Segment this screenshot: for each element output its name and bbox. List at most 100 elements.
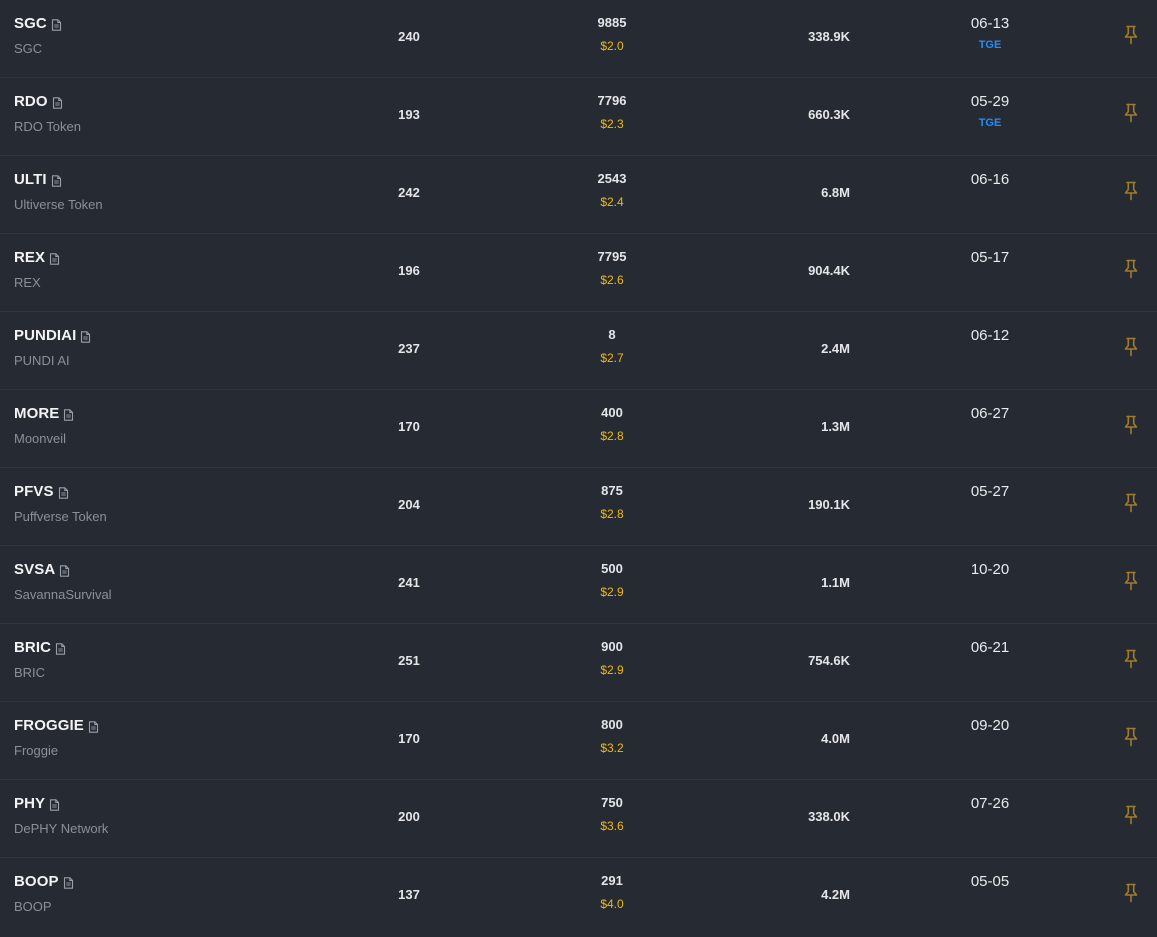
document-icon[interactable] — [80, 330, 91, 343]
token-symbol[interactable]: PFVS — [14, 483, 54, 500]
token-full-name: SGC — [14, 41, 43, 56]
price-value: $3.2 — [600, 741, 624, 755]
supply-value: 7796 — [597, 93, 627, 108]
document-icon[interactable] — [51, 174, 62, 187]
supply-cell: 7796 $2.3 — [562, 93, 662, 131]
token-name-cell: PFVS Puffverse Token — [14, 482, 107, 525]
document-icon[interactable] — [49, 798, 60, 811]
document-icon[interactable] — [51, 18, 62, 31]
holders-value: 170 — [398, 419, 420, 434]
document-icon[interactable] — [58, 486, 69, 499]
table-row[interactable]: ULTI Ultiverse Token 242 2543 $2.4 6.8M … — [0, 156, 1157, 234]
supply-value: 2543 — [597, 171, 627, 186]
table-row[interactable]: SVSA SavannaSurvival 241 500 $2.9 1.1M 1… — [0, 546, 1157, 624]
pin-icon[interactable] — [1122, 727, 1140, 747]
holders-value: 241 — [398, 575, 420, 590]
holders-value: 240 — [398, 29, 420, 44]
token-symbol[interactable]: PHY — [14, 795, 45, 812]
date-value: 05-17 — [970, 249, 1010, 266]
date-cell: 06-12 — [950, 327, 1030, 351]
price-value: $2.9 — [600, 663, 624, 677]
token-name-cell: FROGGIE Froggie — [14, 716, 99, 758]
holders-value: 237 — [398, 341, 420, 356]
table-row[interactable]: REX REX 196 7795 $2.6 904.4K 05-17 — [0, 234, 1157, 312]
token-table: SGC SGC 240 9885 $2.0 338.9K 06-13 TGE R… — [0, 0, 1157, 937]
document-icon[interactable] — [59, 564, 70, 577]
date-value: 05-05 — [970, 873, 1010, 890]
date-cell: 05-27 — [950, 483, 1030, 507]
token-symbol[interactable]: SGC — [14, 15, 47, 32]
pin-icon[interactable] — [1122, 805, 1140, 825]
table-row[interactable]: BOOP BOOP 137 291 $4.0 4.2M 05-05 — [0, 858, 1157, 936]
pin-icon[interactable] — [1122, 415, 1140, 435]
date-value: 05-29 — [970, 93, 1010, 110]
token-name-cell: MORE Moonveil — [14, 404, 74, 446]
pin-icon[interactable] — [1122, 883, 1140, 903]
pin-icon[interactable] — [1122, 103, 1140, 123]
pin-icon[interactable] — [1122, 571, 1140, 591]
volume-value: 4.2M — [821, 887, 850, 902]
token-name-cell: ULTI Ultiverse Token — [14, 170, 103, 213]
token-symbol[interactable]: FROGGIE — [14, 717, 84, 734]
price-value: $2.6 — [600, 273, 624, 287]
supply-value: 500 — [601, 561, 623, 576]
holders-value: 251 — [398, 653, 420, 668]
document-icon[interactable] — [52, 96, 63, 109]
token-full-name: RDO Token — [14, 119, 81, 134]
document-icon[interactable] — [55, 642, 66, 655]
supply-cell: 2543 $2.4 — [562, 171, 662, 209]
pin-icon[interactable] — [1122, 25, 1140, 45]
date-cell: 06-13 TGE — [950, 15, 1030, 51]
table-row[interactable]: PHY DePHY Network 200 750 $3.6 338.0K 07… — [0, 780, 1157, 858]
volume-value: 2.4M — [821, 341, 850, 356]
date-value: 09-20 — [970, 717, 1010, 734]
pin-icon[interactable] — [1122, 337, 1140, 357]
table-row[interactable]: MORE Moonveil 170 400 $2.8 1.3M 06-27 — [0, 390, 1157, 468]
token-symbol[interactable]: ULTI — [14, 171, 47, 188]
token-symbol[interactable]: PUNDIAI — [14, 327, 76, 344]
date-value: 06-13 — [970, 15, 1010, 32]
volume-value: 338.9K — [808, 29, 850, 44]
token-symbol[interactable]: BOOP — [14, 873, 59, 890]
holders-value: 193 — [398, 107, 420, 122]
date-value: 05-27 — [970, 483, 1010, 500]
date-cell: 09-20 — [950, 717, 1030, 741]
price-value: $2.9 — [600, 585, 624, 599]
token-symbol[interactable]: BRIC — [14, 639, 51, 656]
table-row[interactable]: RDO RDO Token 193 7796 $2.3 660.3K 05-29… — [0, 78, 1157, 156]
token-symbol[interactable]: RDO — [14, 93, 48, 110]
supply-value: 400 — [601, 405, 623, 420]
token-symbol[interactable]: REX — [14, 249, 45, 266]
volume-value: 660.3K — [808, 107, 850, 122]
holders-value: 204 — [398, 497, 420, 512]
volume-value: 6.8M — [821, 185, 850, 200]
pin-icon[interactable] — [1122, 259, 1140, 279]
token-symbol[interactable]: SVSA — [14, 561, 55, 578]
date-value: 06-27 — [970, 405, 1010, 422]
date-cell: 05-17 — [950, 249, 1030, 273]
table-row[interactable]: PFVS Puffverse Token 204 875 $2.8 190.1K… — [0, 468, 1157, 546]
volume-value: 754.6K — [808, 653, 850, 668]
supply-value: 800 — [601, 717, 623, 732]
price-value: $2.8 — [600, 507, 624, 521]
supply-cell: 400 $2.8 — [562, 405, 662, 443]
volume-value: 1.3M — [821, 419, 850, 434]
document-icon[interactable] — [49, 252, 60, 265]
table-row[interactable]: FROGGIE Froggie 170 800 $3.2 4.0M 09-20 — [0, 702, 1157, 780]
supply-value: 8 — [608, 327, 616, 342]
pin-icon[interactable] — [1122, 649, 1140, 669]
document-icon[interactable] — [88, 720, 99, 733]
pin-icon[interactable] — [1122, 181, 1140, 201]
document-icon[interactable] — [63, 408, 74, 421]
token-symbol[interactable]: MORE — [14, 405, 59, 422]
token-full-name: Moonveil — [14, 431, 67, 446]
token-name-cell: BOOP BOOP — [14, 872, 74, 914]
document-icon[interactable] — [63, 876, 74, 889]
token-full-name: BRIC — [14, 665, 46, 680]
table-row[interactable]: BRIC BRIC 251 900 $2.9 754.6K 06-21 — [0, 624, 1157, 702]
table-row[interactable]: PUNDIAI PUNDI AI 237 8 $2.7 2.4M 06-12 — [0, 312, 1157, 390]
table-row[interactable]: SGC SGC 240 9885 $2.0 338.9K 06-13 TGE — [0, 0, 1157, 78]
pin-icon[interactable] — [1122, 493, 1140, 513]
token-symbol-line: SGC — [14, 14, 62, 32]
date-cell: 10-20 — [950, 561, 1030, 585]
